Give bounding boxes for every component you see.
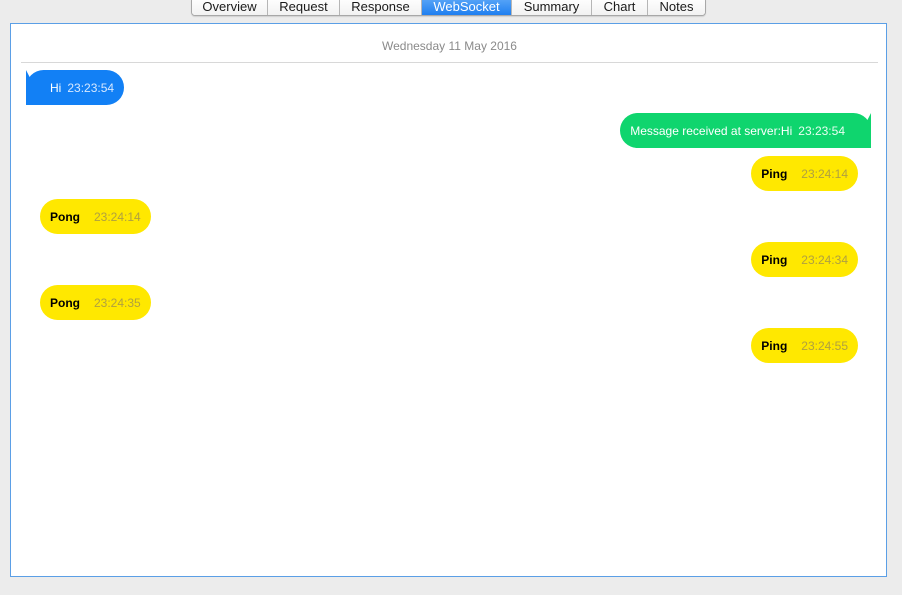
message-time: 23:23:54: [67, 80, 115, 95]
message-text: Ping: [761, 252, 788, 267]
ping-bubble[interactable]: Ping 23:24:14: [751, 156, 858, 191]
message-bubble-incoming[interactable]: Hi 23:23:54: [26, 70, 125, 105]
pong-bubble[interactable]: Pong 23:24:35: [40, 285, 151, 320]
tab-notes[interactable]: Notes: [648, 0, 705, 15]
bubble-tail: [853, 113, 871, 148]
message-time: 23:24:14: [94, 209, 141, 224]
message-text: Ping: [761, 338, 788, 353]
ping-bubble[interactable]: Ping 23:24:55: [751, 328, 858, 363]
message-time: 23:24:55: [801, 338, 848, 353]
message-text: Ping: [761, 166, 788, 181]
tab-websocket[interactable]: WebSocket: [422, 0, 512, 15]
message-time: 23:24:14: [801, 166, 848, 181]
message-text: Message received at server:Hi: [630, 123, 793, 138]
message-bubble-outgoing[interactable]: Message received at server:Hi 23:23:54: [620, 113, 871, 148]
message-text: Pong: [50, 209, 80, 224]
bubble-tail: [26, 70, 44, 105]
message-time: 23:24:35: [94, 295, 141, 310]
message-text: Hi: [50, 80, 62, 95]
tab-chart[interactable]: Chart: [592, 0, 648, 15]
tab-overview[interactable]: Overview: [192, 0, 268, 15]
message-time: 23:23:54: [798, 123, 845, 138]
message-text: Pong: [50, 295, 80, 310]
tab-request[interactable]: Request: [268, 0, 340, 15]
tab-response[interactable]: Response: [340, 0, 422, 15]
websocket-panel: Wednesday 11 May 2016 Hi 23:23:54 Messag…: [10, 23, 887, 577]
tab-bar: Overview Request Response WebSocket Summ…: [191, 0, 706, 16]
date-header: Wednesday 11 May 2016: [21, 24, 878, 63]
tab-summary[interactable]: Summary: [512, 0, 592, 15]
ping-bubble[interactable]: Ping 23:24:34: [751, 242, 858, 277]
message-time: 23:24:34: [801, 252, 848, 267]
pong-bubble[interactable]: Pong 23:24:14: [40, 199, 151, 234]
